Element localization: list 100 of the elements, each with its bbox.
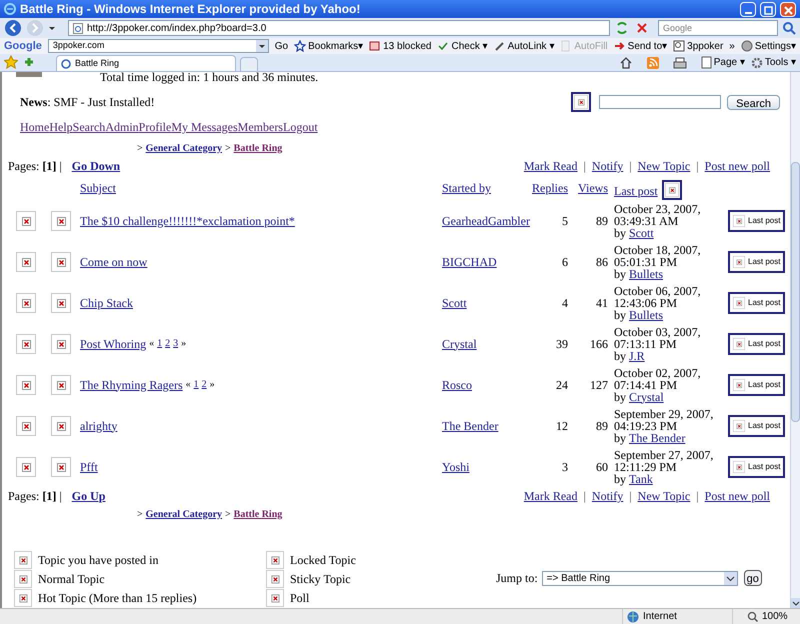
link[interactable]: GearheadGambler bbox=[442, 214, 530, 228]
jump-to-select[interactable]: => Battle Ring bbox=[542, 570, 738, 586]
toolbar-search-field[interactable]: 3ppoker.com bbox=[48, 39, 269, 53]
broken-image-icon bbox=[733, 296, 745, 308]
link[interactable]: Notify bbox=[592, 157, 624, 175]
link[interactable]: New Topic bbox=[638, 487, 690, 505]
zoom-button[interactable]: 100% bbox=[732, 609, 792, 624]
settings-button[interactable]: Settings▾ bbox=[740, 38, 796, 54]
toolbar-button[interactable]: 13 blocked bbox=[369, 38, 432, 54]
dropdown-icon[interactable] bbox=[724, 572, 737, 584]
link[interactable]: Admin bbox=[105, 118, 139, 134]
link[interactable]: The $10 challenge!!!!!!!*exclamation point* bbox=[80, 212, 295, 230]
link[interactable]: Started by bbox=[442, 181, 491, 195]
toolbar-item-icon bbox=[560, 40, 572, 52]
last-post-button[interactable]: Last post bbox=[728, 414, 786, 436]
toolbar-button[interactable]: » bbox=[729, 38, 735, 54]
search-icon[interactable] bbox=[782, 21, 796, 35]
last-post-button[interactable]: Last post bbox=[728, 210, 786, 232]
search-input[interactable] bbox=[599, 95, 722, 109]
link[interactable]: Scott bbox=[629, 226, 654, 238]
maximize-button[interactable] bbox=[760, 2, 776, 16]
link[interactable]: 1 bbox=[157, 336, 162, 351]
link[interactable]: Mark Read bbox=[524, 487, 578, 505]
link[interactable]: General Category bbox=[146, 506, 222, 522]
link[interactable]: J.R bbox=[629, 350, 645, 362]
last-post-button[interactable]: Last post bbox=[728, 250, 786, 272]
link[interactable]: Notify bbox=[592, 487, 624, 505]
link[interactable]: Search bbox=[72, 118, 106, 134]
toolbar-button[interactable]: AutoLink ▾ bbox=[494, 38, 554, 54]
search-field[interactable]: Google bbox=[658, 20, 778, 36]
link[interactable]: The Rhyming Ragers bbox=[80, 376, 183, 394]
link[interactable]: Members bbox=[238, 118, 283, 134]
link[interactable]: 3 bbox=[173, 336, 178, 351]
link[interactable]: My Messages bbox=[171, 118, 238, 134]
link[interactable]: Pfft bbox=[80, 458, 98, 476]
minimize-button[interactable] bbox=[740, 2, 756, 16]
table-cell-text: 3 bbox=[561, 458, 568, 476]
link[interactable]: BIGCHAD bbox=[442, 254, 497, 268]
link[interactable]: Last post bbox=[614, 182, 658, 200]
link[interactable]: Views bbox=[578, 181, 608, 195]
link[interactable]: Bullets bbox=[629, 308, 664, 320]
link[interactable]: Logout bbox=[282, 118, 318, 134]
link[interactable]: New Topic bbox=[638, 157, 690, 175]
link[interactable]: Crystal bbox=[629, 390, 664, 402]
toolbar-button[interactable]: Send to▾ bbox=[614, 38, 668, 54]
last-post-button[interactable]: Last post bbox=[728, 456, 786, 478]
address-field[interactable]: http://3ppoker.com/index.php?board=3.0 bbox=[68, 20, 610, 36]
page-menu-button[interactable]: Page ▾ bbox=[700, 55, 745, 70]
toolbar-button[interactable]: Check ▾ bbox=[437, 38, 488, 54]
close-button[interactable] bbox=[780, 2, 796, 16]
link[interactable]: 2 bbox=[165, 336, 170, 351]
scroll-down-arrow[interactable] bbox=[791, 598, 800, 608]
go-button[interactable]: go bbox=[744, 570, 762, 586]
link[interactable]: Post new poll bbox=[704, 487, 770, 505]
link[interactable]: Chip Stack bbox=[80, 294, 133, 312]
last-post-button[interactable]: Last post bbox=[728, 332, 786, 354]
add-favorite-icon[interactable] bbox=[22, 55, 36, 69]
link[interactable]: Rosco bbox=[442, 378, 472, 392]
home-icon[interactable] bbox=[618, 56, 633, 70]
toolbar-button[interactable]: Bookmarks▾ bbox=[294, 38, 364, 54]
print-icon[interactable] bbox=[672, 56, 687, 68]
link[interactable]: The Bender bbox=[629, 432, 686, 444]
link[interactable]: Post Whoring bbox=[80, 334, 146, 352]
link[interactable]: Mark Read bbox=[524, 157, 578, 175]
link[interactable]: Scott bbox=[442, 296, 467, 310]
link[interactable]: Home bbox=[20, 118, 50, 134]
link[interactable]: The Bender bbox=[442, 418, 498, 432]
link[interactable]: Go Up bbox=[72, 487, 106, 505]
link[interactable]: Yoshi bbox=[442, 460, 470, 474]
link[interactable]: Subject bbox=[80, 181, 116, 195]
toolbar-button[interactable]: Go bbox=[274, 38, 288, 54]
link[interactable]: Battle Ring bbox=[234, 506, 282, 522]
favorites-star-icon[interactable] bbox=[4, 55, 18, 69]
link[interactable]: Bullets bbox=[629, 268, 664, 280]
link[interactable]: 2 bbox=[202, 377, 207, 392]
link[interactable]: Go Down bbox=[72, 157, 120, 175]
link[interactable]: Tank bbox=[629, 472, 653, 484]
link[interactable]: Replies bbox=[532, 181, 568, 195]
link[interactable]: Post new poll bbox=[704, 157, 770, 175]
feed-icon[interactable] bbox=[646, 56, 659, 68]
last-post-button[interactable]: Last post bbox=[728, 374, 786, 396]
back-button[interactable] bbox=[4, 19, 22, 37]
link[interactable]: Help bbox=[49, 118, 73, 134]
caret-icon[interactable] bbox=[48, 24, 56, 32]
toolbar-button[interactable]: 3ppoker bbox=[673, 38, 724, 54]
link[interactable]: General Category bbox=[146, 140, 222, 156]
tools-menu-button[interactable]: Tools ▾ bbox=[750, 55, 796, 70]
breadcrumb-separator: > bbox=[137, 508, 143, 522]
broken-image-icon bbox=[14, 588, 32, 606]
dropdown-icon[interactable] bbox=[256, 40, 268, 52]
link[interactable]: alrighty bbox=[80, 416, 118, 434]
link[interactable]: Profile bbox=[138, 118, 172, 134]
scrollbar[interactable] bbox=[790, 72, 800, 608]
last-post-button[interactable]: Last post bbox=[728, 292, 786, 314]
link[interactable]: Battle Ring bbox=[234, 140, 282, 156]
link[interactable]: Come on now bbox=[80, 252, 148, 270]
browser-tab[interactable]: Battle Ring bbox=[56, 55, 236, 71]
search-button[interactable]: Search bbox=[727, 94, 780, 110]
link[interactable]: Crystal bbox=[442, 336, 477, 350]
link[interactable]: 1 bbox=[194, 377, 199, 392]
